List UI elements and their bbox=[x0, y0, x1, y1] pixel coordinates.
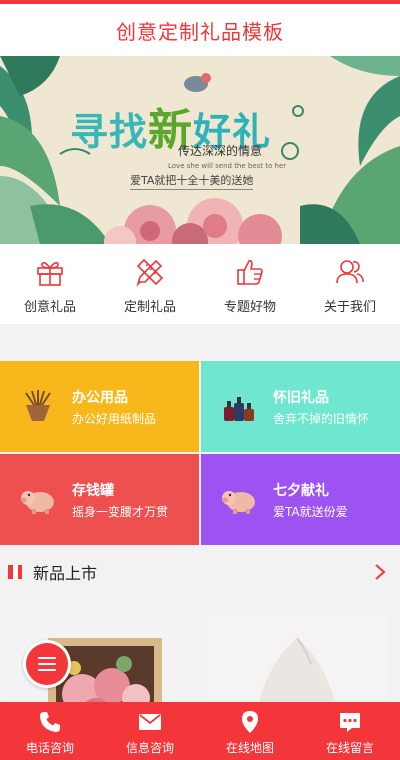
tile-qixi-gifts[interactable]: 七夕献礼 爱TA就送份爱 bbox=[201, 454, 400, 545]
bottom-nav-map[interactable]: 在线地图 bbox=[200, 702, 300, 760]
bottom-nav-phone[interactable]: 电话咨询 bbox=[0, 702, 100, 760]
banner-english-line: Love she will send the best to her bbox=[168, 162, 287, 170]
tile-title: 七夕献礼 bbox=[273, 482, 329, 499]
section-flag-icon bbox=[8, 565, 22, 579]
tile-title: 办公用品 bbox=[72, 389, 128, 406]
tile-subtitle: 摇身一变腰才万贯 bbox=[72, 504, 169, 519]
banner-headline-start: 寻找 bbox=[70, 110, 149, 154]
quick-nav-label: 定制礼品 bbox=[123, 300, 176, 315]
menu-icon bbox=[26, 643, 68, 685]
perfume-bottles-icon bbox=[224, 396, 254, 421]
phone-icon bbox=[40, 712, 60, 732]
quick-nav-label: 关于我们 bbox=[323, 300, 376, 315]
mail-icon bbox=[139, 714, 161, 730]
bottom-nav-label: 在线留言 bbox=[325, 741, 374, 755]
gift-icon bbox=[37, 261, 63, 286]
tile-title: 怀旧礼品 bbox=[273, 389, 329, 406]
tile-office-supplies[interactable]: 办公用品 办公好用纸制品 bbox=[0, 361, 199, 452]
piggy-bank-icon bbox=[222, 490, 255, 514]
section-title: 新品上市 bbox=[33, 564, 98, 583]
tile-text: 存钱罐 摇身一变腰才万贯 bbox=[72, 480, 168, 520]
tile-text: 七夕献礼 爱TA就送份爱 bbox=[273, 480, 348, 520]
tile-nostalgic-gifts[interactable]: 怀旧礼品 舍弃不掉的旧情怀 bbox=[201, 361, 400, 452]
thumbs-up-icon bbox=[237, 260, 263, 285]
tile-title: 存钱罐 bbox=[72, 482, 114, 499]
category-tiles: 办公用品 办公好用纸制品 怀旧礼品 舍弃不掉的旧情怀 存钱罐 摇身一变腰才万贯 … bbox=[0, 361, 400, 545]
top-bar: 创意定制礼品模板 bbox=[0, 0, 400, 56]
pencil-ruler-icon bbox=[136, 258, 164, 287]
tile-subtitle: 舍弃不掉的旧情怀 bbox=[273, 411, 370, 426]
tile-text: 怀旧礼品 舍弃不掉的旧情怀 bbox=[273, 387, 369, 427]
tile-piggy-banks[interactable]: 存钱罐 摇身一变腰才万贯 bbox=[0, 454, 199, 545]
quick-nav-creative-gifts[interactable]: 创意礼品 bbox=[0, 244, 100, 324]
piggy-bank-icon bbox=[21, 490, 54, 514]
quick-nav: 创意礼品 定制礼品 专题好物 关于我们 bbox=[0, 244, 400, 324]
quick-nav-custom-gifts[interactable]: 定制礼品 bbox=[100, 244, 200, 324]
chat-icon bbox=[340, 713, 360, 732]
floating-menu-button[interactable] bbox=[23, 640, 71, 688]
product-card[interactable] bbox=[207, 614, 388, 702]
bottom-nav-label: 信息咨询 bbox=[125, 741, 174, 755]
banner-subtitle: 传达深深的情意 bbox=[178, 144, 263, 158]
bottom-nav-message[interactable]: 信息咨询 bbox=[100, 702, 200, 760]
page: 创意定制礼品模板 寻找新好礼 传达深深的情意 Love she will sen… bbox=[0, 0, 400, 760]
new-arrivals-header[interactable]: 新品上市 bbox=[0, 548, 400, 596]
quick-nav-about-us[interactable]: 关于我们 bbox=[300, 244, 400, 324]
bottom-nav-label: 电话咨询 bbox=[25, 741, 74, 755]
chevron-right-icon[interactable] bbox=[374, 563, 386, 581]
people-icon bbox=[336, 260, 364, 284]
tile-subtitle: 办公好用纸制品 bbox=[72, 411, 157, 426]
quick-nav-label: 创意礼品 bbox=[23, 300, 76, 315]
tile-text: 办公用品 办公好用纸制品 bbox=[72, 387, 156, 427]
hero-banner[interactable]: 寻找新好礼 传达深深的情意 Love she will send the bes… bbox=[0, 56, 400, 244]
quick-nav-featured-goods[interactable]: 专题好物 bbox=[200, 244, 300, 324]
page-title: 创意定制礼品模板 bbox=[116, 19, 284, 44]
quick-nav-label: 专题好物 bbox=[223, 300, 276, 315]
map-pin-icon bbox=[242, 711, 258, 733]
pen-holder-icon bbox=[25, 389, 51, 421]
bottom-nav-label: 在线地图 bbox=[225, 741, 274, 755]
tile-subtitle: 爱TA就送份爱 bbox=[273, 504, 348, 519]
banner-tagline: 爱TA就把十全十美的送她 bbox=[130, 172, 254, 190]
bottom-nav-chat[interactable]: 在线留言 bbox=[300, 702, 400, 760]
bottom-nav: 电话咨询 信息咨询 在线地图 在线留言 bbox=[0, 702, 400, 760]
product-image bbox=[207, 614, 388, 702]
